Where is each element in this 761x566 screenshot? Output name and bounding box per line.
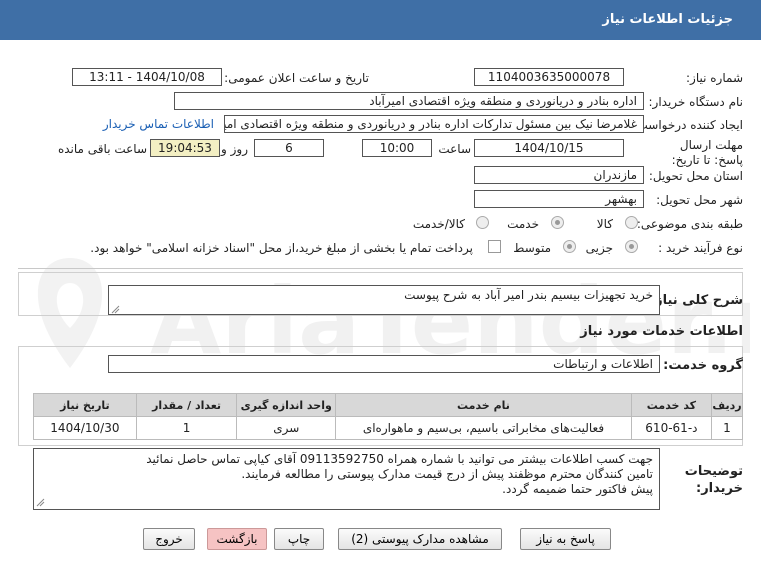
header-bar: جزئیات اطلاعات نیاز [0, 0, 761, 40]
col-unit-header: واحد اندازه گیری [236, 393, 337, 417]
deadline-time-label: ساعت [438, 142, 471, 156]
col-row-header: ردیف [710, 393, 744, 417]
table-header-row: ردیف کد خدمت نام خدمت واحد اندازه گیری ت… [33, 393, 744, 417]
col-code-header: کد خدمت [630, 393, 712, 417]
summary-field: خرید تجهیزات بیسیم بندر امیر آباد به شرح… [108, 285, 660, 315]
category-service-label: خدمت [507, 217, 539, 231]
process-label: نوع فرآیند خرید : [658, 241, 743, 255]
deadline-label: مهلت ارسال پاسخ: تا تاریخ: [671, 138, 743, 167]
buyer-label: نام دستگاه خریدار: [648, 95, 744, 109]
requester-field: غلامرضا نیک بین مسئول تدارکات اداره بناد… [224, 115, 644, 133]
summary-label: شرح کلی نیاز: [649, 293, 743, 308]
print-button[interactable]: چاپ [274, 528, 324, 550]
services-section-title: اطلاعات خدمات مورد نیاز [580, 324, 743, 339]
announce-label: تاریخ و ساعت اعلان عمومی: [224, 71, 369, 85]
remaining-label: ساعت باقی مانده [57, 142, 147, 156]
cell-qty: 1 [135, 416, 238, 440]
back-button[interactable]: بازگشت [207, 528, 267, 550]
category-service-radio[interactable] [551, 216, 564, 229]
col-name-header: نام خدمت [335, 393, 632, 417]
reply-button[interactable]: پاسخ به نیاز [520, 528, 611, 550]
process-minor-label: جزیی [585, 241, 613, 255]
col-qty-header: تعداد / مقدار [135, 393, 238, 417]
notes-label: توضیحات خریدار: [684, 464, 743, 496]
section-divider [18, 268, 743, 269]
exit-button[interactable]: خروج [143, 528, 195, 550]
treasury-checkbox[interactable] [488, 240, 501, 253]
notes-field: جهت کسب اطلاعات بیشتر می توانید با شماره… [33, 448, 660, 510]
category-goods-service-label: کالا/خدمت [412, 217, 465, 231]
need-number-field: 1104003635000078 [474, 68, 624, 86]
page-title: جزئیات اطلاعات نیاز [602, 12, 733, 27]
province-label: استان محل تحویل: [648, 169, 743, 183]
col-date-header: تاریخ نیاز [33, 393, 137, 417]
province-field: مازندران [474, 166, 644, 184]
cell-date: 1404/10/30 [33, 416, 137, 440]
category-goods-service-radio[interactable] [476, 216, 489, 229]
notes-line-3: پیش فاکتور حتما ضمیمه گردد. [502, 482, 653, 496]
category-goods-label: کالا [596, 217, 613, 231]
announce-date-field: 1404/10/08 - 13:11 [72, 68, 222, 86]
cell-row: 1 [710, 416, 744, 440]
services-table: ردیف کد خدمت نام خدمت واحد اندازه گیری ت… [33, 393, 744, 440]
category-goods-radio[interactable] [625, 216, 638, 229]
days-label: روز و [221, 142, 248, 156]
process-medium-label: متوسط [513, 241, 551, 255]
deadline-date-field: 1404/10/15 [474, 139, 624, 157]
category-label: طبقه بندی موضوعی: [636, 217, 743, 231]
remaining-days-field: 6 [254, 139, 324, 157]
resize-grip-icon[interactable] [110, 304, 120, 314]
remaining-time-field: 19:04:53 [150, 139, 220, 157]
notes-line-2: تامین کنندگان محترم موظفند پیش از درج قی… [241, 467, 653, 481]
cell-name: فعالیت‌های مخابراتی باسیم، بی‌سیم و ماهو… [335, 416, 632, 440]
buyer-contact-link[interactable]: اطلاعات تماس خریدار [103, 117, 214, 131]
city-field: بهشهر [474, 190, 644, 208]
buyer-field: اداره بنادر و دریانوردی و منطقه ویژه اقت… [174, 92, 644, 110]
need-number-label: شماره نیاز: [686, 71, 743, 85]
payment-note: پرداخت تمام یا بخشی از مبلغ خرید،از محل … [90, 241, 473, 255]
cell-code: د-61-610 [630, 416, 712, 440]
process-minor-radio[interactable] [625, 240, 638, 253]
deadline-time-field: 10:00 [362, 139, 432, 157]
table-row: 1 د-61-610 فعالیت‌های مخابراتی باسیم، بی… [33, 416, 744, 440]
view-attachments-button[interactable]: مشاهده مدارک پیوستی (2) [338, 528, 502, 550]
city-label: شهر محل تحویل: [656, 193, 743, 207]
cell-unit: سری [236, 416, 337, 440]
requester-label: ایجاد کننده درخواست: [632, 118, 743, 132]
notes-resize-grip-icon[interactable] [35, 497, 45, 507]
process-medium-radio[interactable] [563, 240, 576, 253]
service-group-label: گروه خدمت: [663, 358, 743, 373]
notes-line-1: جهت کسب اطلاعات بیشتر می توانید با شماره… [146, 452, 653, 466]
service-group-field: اطلاعات و ارتباطات [108, 355, 660, 373]
